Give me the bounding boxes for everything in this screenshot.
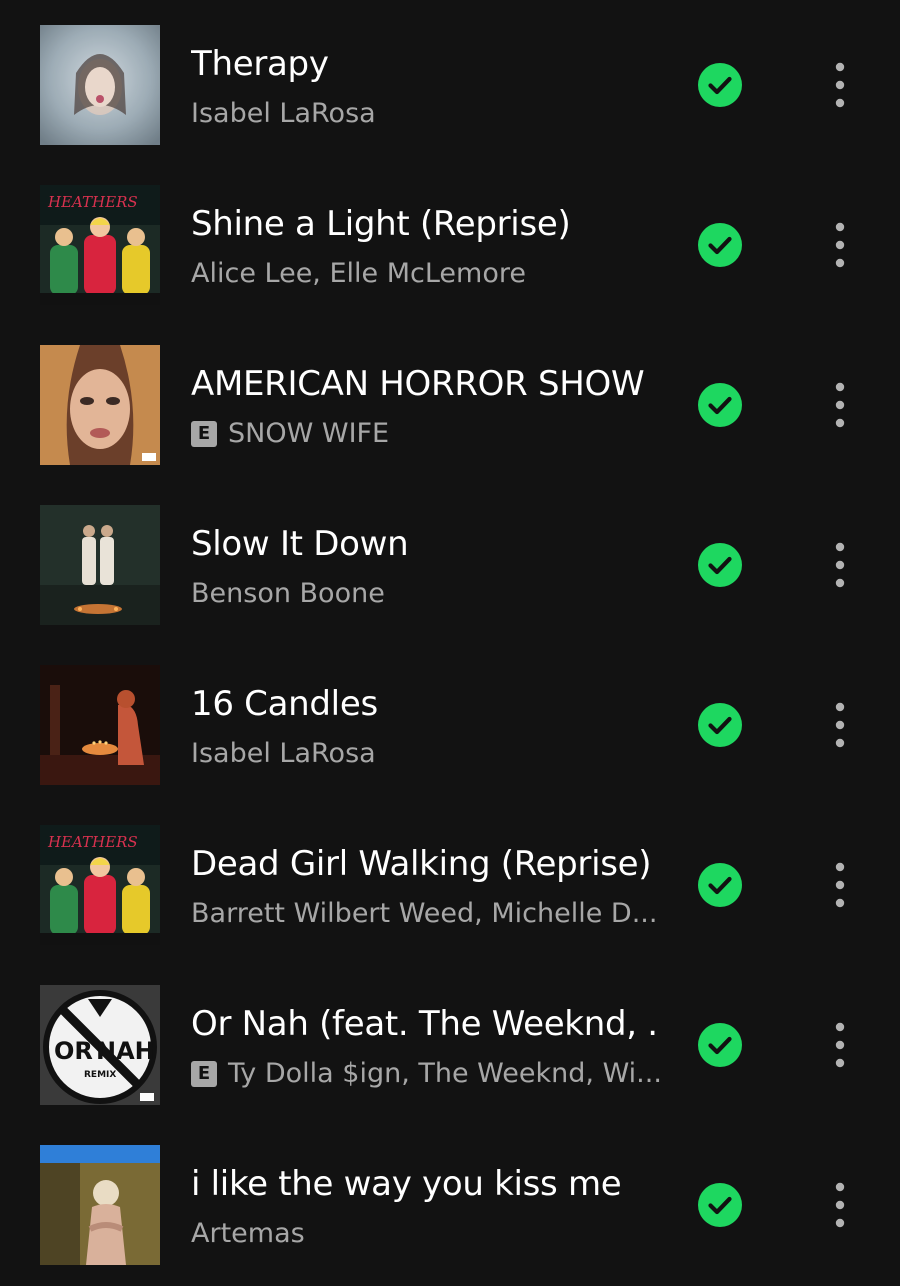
- explicit-badge: E: [191, 421, 217, 447]
- cover-text-nah: NAH: [96, 1037, 155, 1065]
- track-artist: Isabel LaRosa: [191, 98, 376, 129]
- track-title: AMERICAN HORROR SHOW: [191, 364, 645, 404]
- cover-art-candles: [40, 665, 160, 785]
- more-options-icon[interactable]: [822, 536, 858, 594]
- explicit-badge: E: [191, 1061, 217, 1087]
- more-options-icon[interactable]: [822, 1016, 858, 1074]
- track-title: i like the way you kiss me: [191, 1164, 622, 1204]
- more-options-icon[interactable]: [822, 696, 858, 754]
- album-cover: [40, 665, 160, 785]
- more-options-icon[interactable]: [822, 856, 858, 914]
- more-options-icon[interactable]: [822, 216, 858, 274]
- track-row[interactable]: i like the way you kiss me Artemas: [0, 1120, 900, 1280]
- track-subtitle: E Ty Dolla $ign, The Weeknd, Wi...: [191, 1054, 661, 1094]
- track-title: Shine a Light (Reprise): [191, 204, 571, 244]
- track-subtitle: Alice Lee, Elle McLemore: [191, 254, 661, 294]
- track-artist: Isabel LaRosa: [191, 738, 376, 769]
- track-title: 16 Candles: [191, 684, 378, 724]
- track-artist: Barrett Wilbert Weed, Michelle D...: [191, 898, 658, 929]
- track-row[interactable]: OR NAH REMIX Or Nah (feat. The Weeknd, .…: [0, 960, 900, 1120]
- cover-logo-text: HEATHERS: [47, 193, 138, 211]
- cover-art-heathers: HEATHERS: [40, 185, 160, 305]
- track-artist: Alice Lee, Elle McLemore: [191, 258, 526, 289]
- cover-art-heathers: HEATHERS: [40, 825, 160, 945]
- cover-logo-text: HEATHERS: [47, 833, 138, 851]
- album-cover: [40, 505, 160, 625]
- track-row[interactable]: Slow It Down Benson Boone: [0, 480, 900, 640]
- album-cover: HEATHERS: [40, 185, 160, 305]
- more-options-icon[interactable]: [822, 1176, 858, 1234]
- album-cover: HEATHERS: [40, 825, 160, 945]
- track-title: Slow It Down: [191, 524, 409, 564]
- track-subtitle: Isabel LaRosa: [191, 94, 661, 134]
- check-circle-icon: [698, 1023, 742, 1067]
- track-artist: Benson Boone: [191, 578, 385, 609]
- track-subtitle: Artemas: [191, 1214, 661, 1254]
- cover-art-slow-it-down: [40, 505, 160, 625]
- track-title: Therapy: [191, 44, 329, 84]
- album-cover: [40, 345, 160, 465]
- check-circle-icon: [698, 223, 742, 267]
- track-row[interactable]: Therapy Isabel LaRosa: [0, 0, 900, 160]
- album-cover: [40, 25, 160, 145]
- track-subtitle: E SNOW WIFE: [191, 414, 661, 454]
- track-list: Therapy Isabel LaRosa HEATHERS Shine a L…: [0, 0, 900, 1286]
- track-title: Dead Girl Walking (Reprise): [191, 844, 652, 884]
- cover-art-or-nah: OR NAH REMIX: [40, 985, 160, 1105]
- track-subtitle: Barrett Wilbert Weed, Michelle D...: [191, 894, 661, 934]
- check-circle-icon: [698, 543, 742, 587]
- more-options-icon[interactable]: [822, 56, 858, 114]
- check-circle-icon: [698, 863, 742, 907]
- cover-art-american-horror-show: [40, 345, 160, 465]
- cover-text-or: OR: [54, 1037, 93, 1065]
- track-row[interactable]: HEATHERS Shine a Light (Reprise) Alice L…: [0, 160, 900, 320]
- check-circle-icon: [698, 1183, 742, 1227]
- track-artist: Ty Dolla $ign, The Weeknd, Wi...: [228, 1058, 661, 1089]
- track-row[interactable]: 16 Candles Isabel LaRosa: [0, 640, 900, 800]
- track-artist: Artemas: [191, 1218, 305, 1249]
- track-subtitle: Benson Boone: [191, 574, 661, 614]
- more-options-icon[interactable]: [822, 376, 858, 434]
- track-artist: SNOW WIFE: [228, 418, 390, 449]
- cover-art-therapy: [40, 25, 160, 145]
- check-circle-icon: [698, 703, 742, 747]
- album-cover: [40, 1145, 160, 1265]
- cover-art-kiss-me: [40, 1145, 160, 1265]
- check-circle-icon: [698, 383, 742, 427]
- track-subtitle: Isabel LaRosa: [191, 734, 661, 774]
- cover-text-remix: REMIX: [84, 1070, 116, 1080]
- album-cover: OR NAH REMIX: [40, 985, 160, 1105]
- track-title: Or Nah (feat. The Weeknd, ...: [191, 1004, 661, 1044]
- check-circle-icon: [698, 63, 742, 107]
- track-row[interactable]: AMERICAN HORROR SHOW E SNOW WIFE: [0, 320, 900, 480]
- track-row[interactable]: HEATHERS Dead Girl Walking (Reprise) Bar…: [0, 800, 900, 960]
